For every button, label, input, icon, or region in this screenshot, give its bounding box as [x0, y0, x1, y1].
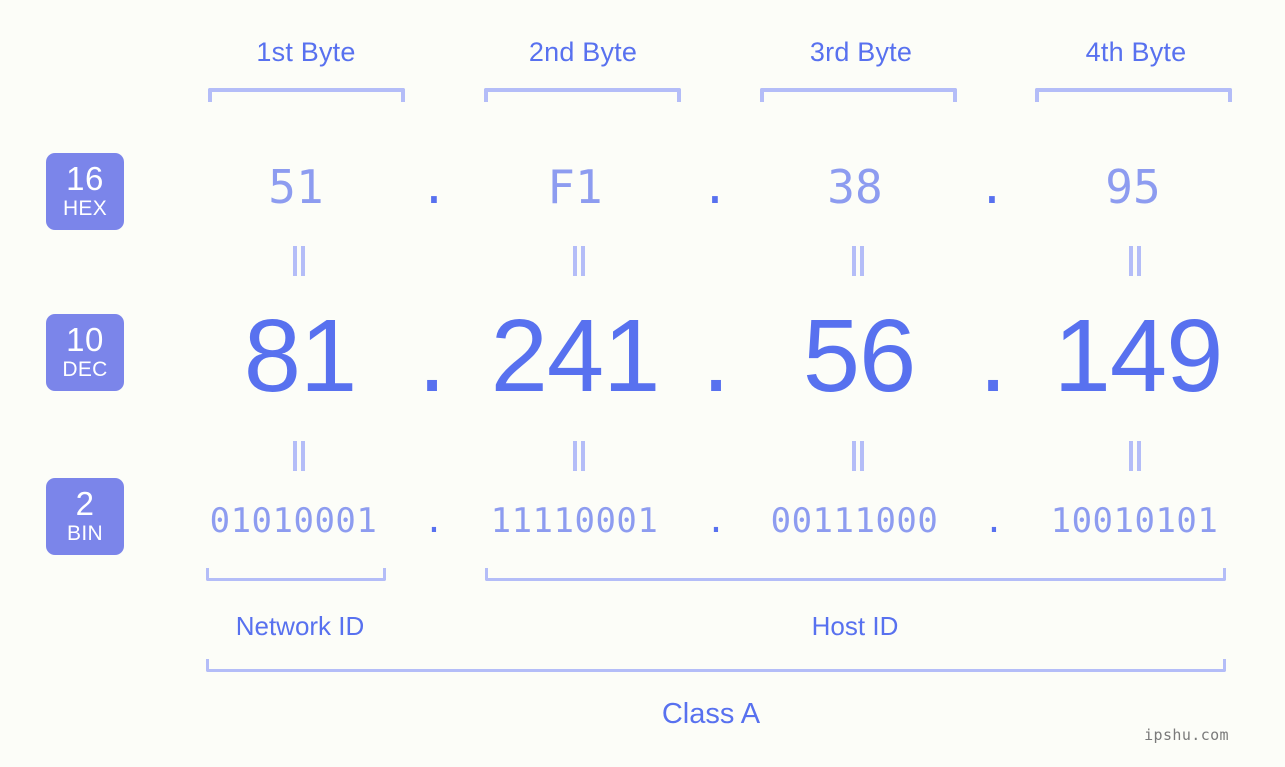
hex-octet-1: 51: [268, 160, 324, 214]
equals-separator-hex-dec-1: [288, 246, 310, 276]
equals-separator-hex-dec-2: [568, 246, 590, 276]
hex-dot-3: .: [978, 160, 1006, 214]
dec-dot-2: .: [701, 298, 731, 413]
byte-header-3: 3rd Byte: [809, 37, 913, 67]
equals-separator-dec-bin-4: [1124, 441, 1146, 471]
address-class-label: Class A: [661, 698, 761, 730]
equals-separator-dec-bin-1: [288, 441, 310, 471]
byte-header-1: 1st Byte: [256, 37, 356, 67]
host-id-label: Host ID: [811, 611, 899, 641]
bin-octet-4: 10010101: [1050, 501, 1219, 541]
bin-octet-3: 00111000: [770, 501, 939, 541]
hex-dot-2: .: [701, 160, 729, 214]
bin-dot-2: .: [705, 501, 727, 541]
dec-octet-1: 81: [243, 298, 358, 413]
radix-badge-hex-label: HEX: [62, 197, 108, 220]
equals-separator-hex-dec-4: [1124, 246, 1146, 276]
network-id-label: Network ID: [235, 611, 365, 641]
radix-badge-dec: 10 DEC: [46, 314, 124, 391]
equals-separator-dec-bin-2: [568, 441, 590, 471]
bin-dot-3: .: [983, 501, 1005, 541]
bin-octet-1: 01010001: [209, 501, 378, 541]
dec-octet-3: 56: [802, 298, 917, 413]
hex-octet-3: 38: [827, 160, 883, 214]
site-watermark: ipshu.com: [1144, 726, 1229, 744]
dec-dot-3: .: [978, 298, 1008, 413]
radix-badge-bin: 2 BIN: [46, 478, 124, 555]
network-id-bracket: [206, 568, 386, 581]
radix-badge-hex-number: 16: [66, 160, 104, 197]
equals-separator-hex-dec-3: [847, 246, 869, 276]
byte-header-2: 2nd Byte: [528, 37, 638, 67]
byte-bracket-4: [1035, 88, 1232, 102]
byte-header-4: 4th Byte: [1085, 37, 1187, 67]
dec-octet-2: 241: [490, 298, 661, 413]
ip-breakdown-diagram: 1st Byte 2nd Byte 3rd Byte 4th Byte 16 H…: [0, 0, 1285, 767]
bin-dot-1: .: [423, 501, 445, 541]
byte-bracket-2: [484, 88, 681, 102]
host-id-bracket: [485, 568, 1226, 581]
dec-octet-4: 149: [1053, 298, 1224, 413]
radix-badge-hex: 16 HEX: [46, 153, 124, 230]
byte-bracket-1: [208, 88, 405, 102]
radix-badge-bin-label: BIN: [67, 522, 103, 545]
radix-badge-dec-number: 10: [66, 321, 104, 358]
radix-badge-bin-number: 2: [75, 485, 95, 522]
hex-octet-2: F1: [547, 160, 603, 214]
hex-dot-1: .: [420, 160, 448, 214]
equals-separator-dec-bin-3: [847, 441, 869, 471]
hex-octet-4: 95: [1105, 160, 1161, 214]
dec-dot-1: .: [417, 298, 447, 413]
byte-bracket-3: [760, 88, 957, 102]
address-class-bracket: [206, 659, 1226, 672]
bin-octet-2: 11110001: [490, 501, 659, 541]
radix-badge-dec-label: DEC: [62, 358, 108, 381]
